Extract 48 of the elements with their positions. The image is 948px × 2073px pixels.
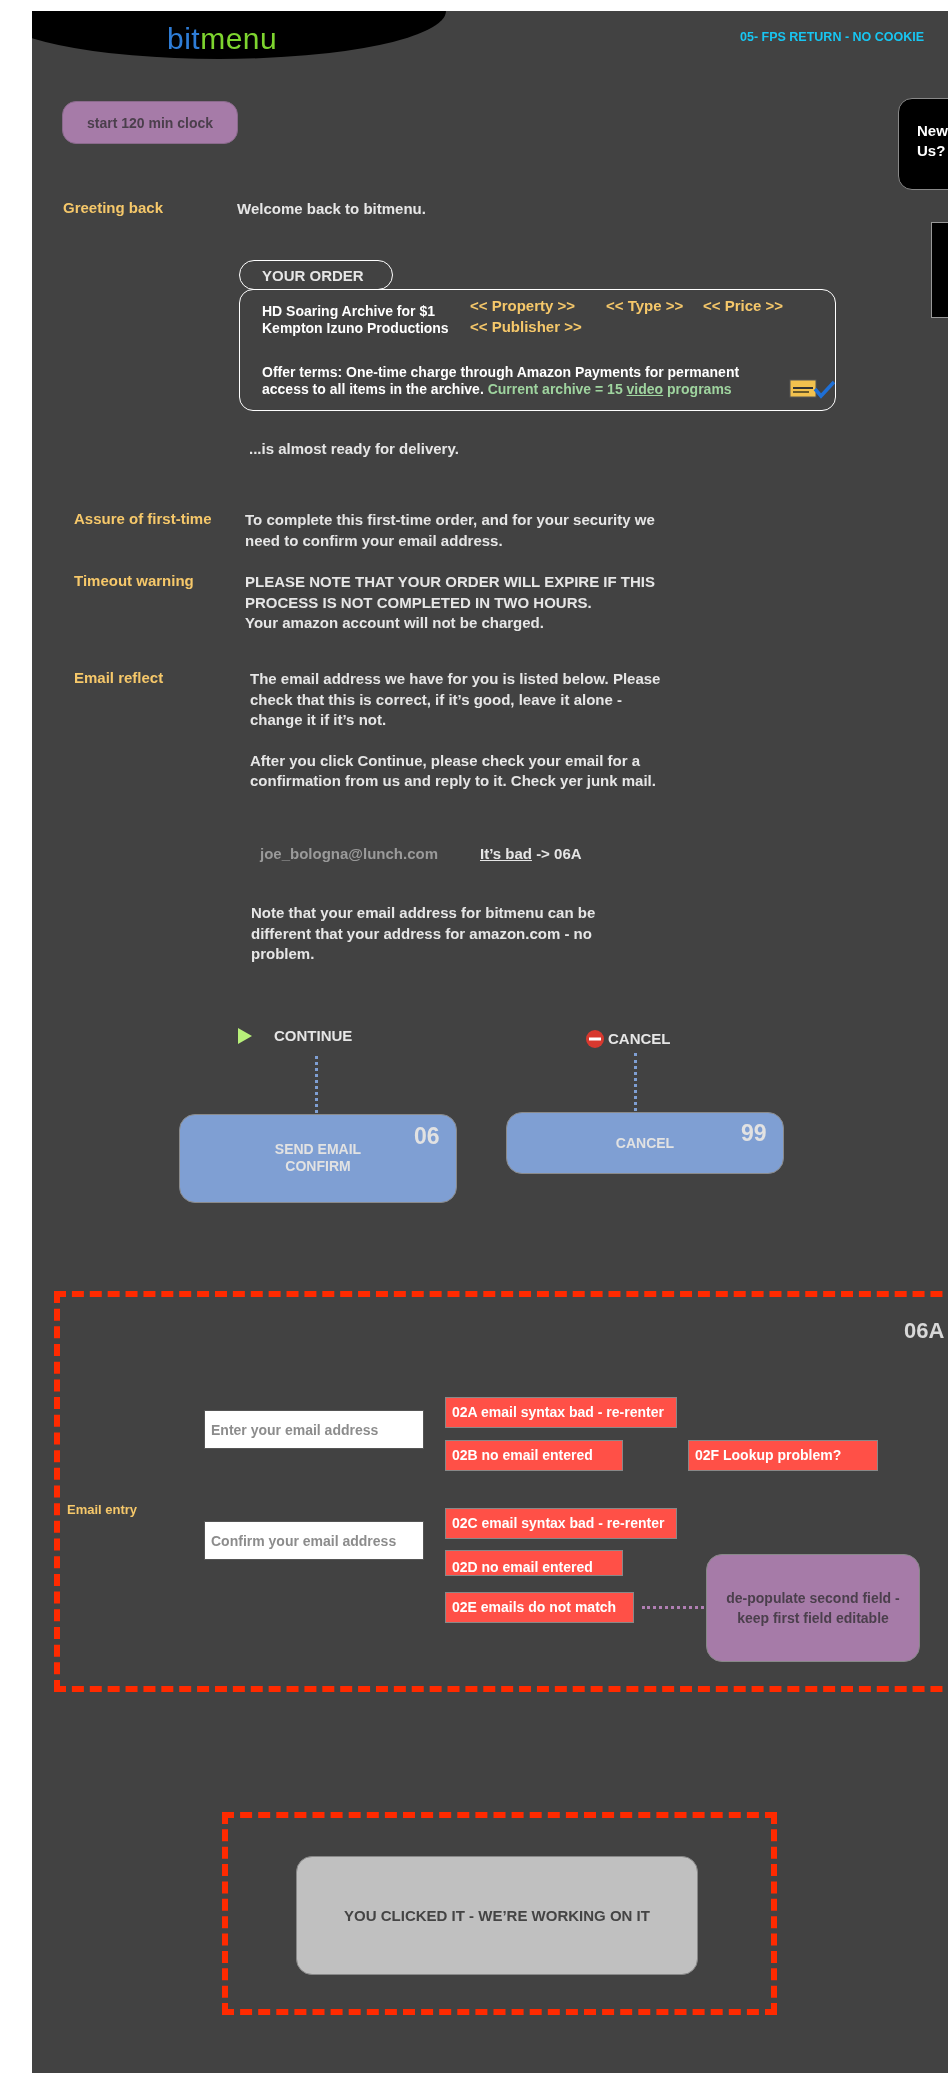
placeholder-text: << Property >>	[470, 297, 576, 314]
placeholder-text: << Type >>	[606, 297, 684, 314]
video-link[interactable]: video	[626, 381, 664, 397]
paragraph: PLEASE NOTE THAT YOUR ORDER WILL EXPIRE IF THIS PROCESS IS NOT COMPLETED IN TWO HOURS.	[245, 572, 657, 613]
error-tag: 02F Lookup problem?	[688, 1440, 878, 1471]
paragraph: To complete this first-time order, and for your security we need to confirm your email address.	[245, 510, 656, 551]
paragraph: Your amazon account will not be charged.	[245, 613, 545, 633]
step-code: 06A	[904, 1318, 945, 1344]
working-message: YOU CLICKED IT - WE’RE WORKING ON IT	[296, 1856, 698, 1975]
action-label[interactable]: CANCEL	[608, 1030, 671, 1047]
error-tag: 02E emails do not match	[445, 1592, 634, 1623]
screen-id: 05- FPS RETURN - NO COOKIE	[740, 30, 925, 44]
flow-box-label: CANCEL	[614, 1135, 676, 1152]
connector-line	[642, 1606, 704, 1609]
product-title: HD Soaring Archive for $1	[262, 303, 435, 319]
section-label: Email entry	[67, 1502, 138, 1517]
status-text: ...is almost ready for delivery.	[249, 439, 459, 459]
section-label: Assure of first-time	[74, 510, 212, 527]
play-icon	[236, 1026, 254, 1046]
paragraph: After you click Continue, please check your email for a confirmation from us and reply to it. Check yer junk mail.	[250, 750, 657, 791]
side-card-text: New Us?	[917, 121, 948, 161]
note-box: de-populate second field - keep first field editable	[706, 1554, 920, 1662]
section-label: Email reflect	[74, 669, 164, 686]
placeholder-text: << Publisher >>	[470, 318, 582, 335]
action-label[interactable]: CONTINUE	[274, 1027, 353, 1044]
stop-icon	[585, 1029, 605, 1049]
error-tag: 02B no email entered	[445, 1440, 623, 1471]
step-code: 06	[414, 1123, 440, 1150]
logo: bitmenu	[167, 22, 278, 56]
email-value: joe_bologna@lunch.com	[260, 845, 438, 862]
publisher-name: Kempton Izuno Productions	[262, 320, 449, 336]
placeholder-text: << Price >>	[703, 297, 784, 314]
section-label: Timeout warning	[74, 572, 194, 589]
email-field[interactable]: Confirm your email address	[204, 1521, 424, 1560]
error-tag: 02A email syntax bad - re-renter	[445, 1397, 677, 1428]
payment-check-icon	[789, 379, 835, 399]
flow-box-label: SEND EMAIL CONFIRM	[273, 1141, 363, 1175]
error-tag: 02C email syntax bad - re-renter	[445, 1508, 677, 1539]
offer-terms: Offer terms: One-time charge through Amazon Payments for permanent access to all items in the archive. Current archive = 15 video programs	[262, 364, 741, 398]
link-target: -> 06A	[536, 845, 582, 862]
greeting-text: Welcome back to bitmenu.	[237, 199, 426, 219]
paragraph: Note that your email address for bitmenu can be different that your address for amazon.com - no problem.	[251, 903, 597, 964]
paragraph: The email address we have for you is listed below. Please check that this is correct, if it’s good, leave it alone - change it if it’s not.	[250, 669, 662, 730]
step-code: 99	[741, 1120, 767, 1147]
error-tag: 02D no email entered	[445, 1550, 623, 1576]
bad-email-link[interactable]: It’s bad	[480, 845, 532, 862]
email-field[interactable]: Enter your email address	[204, 1410, 424, 1449]
section-label: Greeting back	[63, 199, 164, 216]
